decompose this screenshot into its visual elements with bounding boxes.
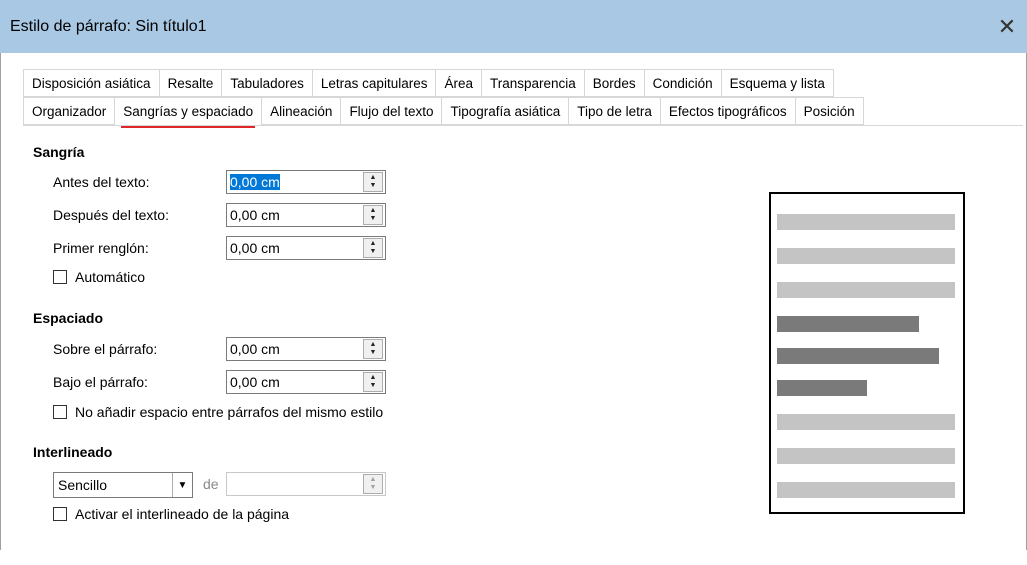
tab-alineacion[interactable]: Alineación [262,97,342,125]
first-line-field[interactable]: 0,00 cm ▲ ▼ [226,236,386,260]
tab-efectos-tipograficos[interactable]: Efectos tipográficos [660,97,796,125]
preview-bar-light [777,414,955,430]
preview-bar-dark [777,348,939,364]
tab-row-2: Organizador Sangrías y espaciado Alineac… [23,97,864,128]
tab-flujo-del-texto[interactable]: Flujo del texto [341,97,443,125]
above-paragraph-spinner[interactable]: ▲ ▼ [363,339,383,359]
preview-bar-light [777,448,955,464]
after-text-value[interactable]: 0,00 cm [227,207,363,223]
automatic-label: Automático [75,269,146,285]
linespacing-select-value[interactable]: Sencillo [54,477,107,493]
first-line-spinner[interactable]: ▲ ▼ [363,238,383,258]
above-paragraph-value[interactable]: 0,00 cm [227,341,363,357]
window-title: Estilo de párrafo: Sin título1 [10,17,207,35]
before-text-label: Antes del texto: [53,174,150,190]
first-line-value[interactable]: 0,00 cm [227,240,363,256]
tab-letras-capitulares[interactable]: Letras capitulares [312,69,437,97]
tab-bordes[interactable]: Bordes [584,69,645,97]
preview-bar-light [777,282,955,298]
preview-bar-dark [777,316,919,332]
tab-row-1: Disposición asiática Resalte Tabuladores… [23,69,834,97]
paragraph-preview [769,192,965,514]
tab-area[interactable]: Área [436,69,482,97]
preview-bar-light [777,248,955,264]
linespacing-spinner[interactable]: ▲ ▼ [363,474,383,494]
tab-organizador[interactable]: Organizador [23,97,116,125]
no-space-checkbox-box[interactable] [53,405,67,419]
tab-sangrias-y-espaciado[interactable]: Sangrías y espaciado [115,97,263,128]
preview-bar-light [777,482,955,498]
tab-tipografia-asiatica[interactable]: Tipografía asiática [442,97,570,125]
tab-disposicion-asiatica[interactable]: Disposición asiática [23,69,160,97]
tab-panel: Sangría Antes del texto: 0,00 cm ▲ ▼ Desp… [23,125,1023,565]
tab-resalte[interactable]: Resalte [159,69,223,97]
below-paragraph-label: Bajo el párrafo: [53,374,148,390]
below-paragraph-spinner[interactable]: ▲ ▼ [363,372,383,392]
before-text-field[interactable]: 0,00 cm ▲ ▼ [226,170,386,194]
page-linespacing-checkbox[interactable]: Activar el interlineado de la página [53,506,289,522]
tab-tabuladores[interactable]: Tabuladores [222,69,313,97]
after-text-field[interactable]: 0,00 cm ▲ ▼ [226,203,386,227]
after-text-spinner[interactable]: ▲ ▼ [363,205,383,225]
linespacing-value-field[interactable]: ▲ ▼ [226,472,386,496]
tab-tipo-de-letra[interactable]: Tipo de letra [569,97,661,125]
automatic-checkbox-box[interactable] [53,270,67,284]
before-text-value[interactable]: 0,00 cm [230,174,280,190]
after-text-label: Después del texto: [53,207,169,223]
tab-posicion[interactable]: Posición [795,97,864,125]
of-label: de [203,476,219,492]
no-space-checkbox[interactable]: No añadir espacio entre párrafos del mis… [53,404,383,420]
before-text-value-wrap[interactable]: 0,00 cm [227,174,363,190]
first-line-label: Primer renglón: [53,240,149,256]
tab-esquema-y-lista[interactable]: Esquema y lista [721,69,834,97]
tab-condicion[interactable]: Condición [644,69,722,97]
section-linespacing-heading: Interlineado [33,444,113,460]
close-icon[interactable]: ✕ [987,7,1027,47]
preview-bar-dark [777,380,867,396]
automatic-checkbox[interactable]: Automático [53,269,145,285]
title-bar: Estilo de párrafo: Sin título1 ✕ [0,0,1027,53]
page-linespacing-checkbox-box[interactable] [53,507,67,521]
page-linespacing-label: Activar el interlineado de la página [75,506,290,522]
chevron-down-icon[interactable]: ▼ [172,473,192,497]
preview-bar-light [777,214,955,230]
no-space-label: No añadir espacio entre párrafos del mis… [75,404,384,420]
section-indent-heading: Sangría [33,144,85,160]
tab-transparencia[interactable]: Transparencia [482,69,585,97]
below-paragraph-value[interactable]: 0,00 cm [227,374,363,390]
before-text-spinner[interactable]: ▲ ▼ [363,172,383,192]
linespacing-select[interactable]: Sencillo ▼ [53,472,193,498]
above-paragraph-label: Sobre el párrafo: [53,341,158,357]
below-paragraph-field[interactable]: 0,00 cm ▲ ▼ [226,370,386,394]
above-paragraph-field[interactable]: 0,00 cm ▲ ▼ [226,337,386,361]
section-spacing-heading: Espaciado [33,310,104,326]
dialog-body: Disposición asiática Resalte Tabuladores… [0,53,1027,550]
